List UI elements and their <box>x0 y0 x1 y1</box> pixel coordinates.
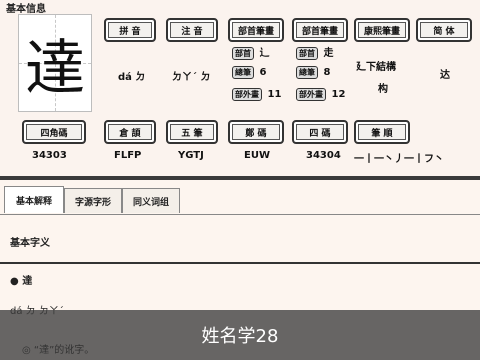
label-four-corner: 四角碼 <box>22 120 86 144</box>
label-stroke-order: 筆 順 <box>354 120 410 144</box>
value-four-code: 34304 <box>306 150 341 161</box>
outer-strokes-b: 12 <box>331 89 346 100</box>
panel-title: 基本信息 <box>6 4 46 15</box>
value-simplified: 达 <box>440 70 450 81</box>
label-zhuyin: 注 音 <box>166 18 218 42</box>
outer-strokes-a: 11 <box>267 89 282 100</box>
tab-synonyms[interactable]: 同义词组 <box>122 188 180 213</box>
char-info-panel: 基本信息 達 拼 音 注 音 部首筆畫 部首筆畫 康熙筆畫 简 体 dá ㄉ ㄉ… <box>0 0 480 176</box>
label-kangxi: 康熙筆畫 <box>354 18 410 42</box>
label-wubi: 五 筆 <box>166 120 218 144</box>
value-kangxi-2: 构 <box>378 84 388 95</box>
tab-basic[interactable]: 基本解释 <box>4 186 64 213</box>
label-pinyin: 拼 音 <box>104 18 156 42</box>
label-simplified: 简 体 <box>416 18 472 42</box>
radical-b-value: 走 <box>323 48 334 59</box>
caption-text: 姓名学28 <box>201 326 279 347</box>
radical-a-value: 辶 <box>259 48 270 59</box>
tab-etymology[interactable]: 字源字形 <box>64 188 122 213</box>
section-rule <box>0 262 480 264</box>
value-wubi: YGTJ <box>178 150 204 161</box>
chip-radical-b: 部首 <box>296 47 318 60</box>
value-pinyin: dá ㄉ <box>118 72 146 83</box>
chip-radical: 部首 <box>232 47 254 60</box>
chip-total-strokes-b: 總筆 <box>296 66 318 79</box>
large-character: 達 <box>25 33 85 104</box>
value-zhuyin: ㄉㄚˊ ㄉ <box>172 72 211 83</box>
chip-outer-strokes-b: 部外畫 <box>296 88 326 101</box>
label-radical-a: 部首筆畫 <box>228 18 284 42</box>
value-stroke-order: 一丨一丶丿一丨フ丶 <box>354 154 444 165</box>
value-cangjie: FLFP <box>114 150 142 161</box>
label-four-code: 四 碼 <box>292 120 348 144</box>
section-title: 基本字义 <box>10 238 50 249</box>
label-cangjie: 倉 頡 <box>104 120 156 144</box>
chip-outer-strokes: 部外畫 <box>232 88 262 101</box>
tab-bar: 基本解释 字源字形 同义词组 <box>0 182 480 215</box>
panel-divider <box>0 176 480 180</box>
character-box: 達 <box>18 14 92 112</box>
bullet-entry: ● 達 <box>10 276 33 287</box>
label-radical-b: 部首筆畫 <box>292 18 348 42</box>
total-strokes-b: 8 <box>323 67 331 78</box>
value-zheng: EUW <box>244 150 270 161</box>
label-zheng: 鄭 碼 <box>228 120 284 144</box>
chip-total-strokes: 總筆 <box>232 66 254 79</box>
value-four-corner: 34303 <box>32 150 67 161</box>
value-kangxi: 廴下結構 <box>356 62 396 73</box>
definition-text: ◎ “達”的讹字。 <box>22 345 95 356</box>
total-strokes-a: 6 <box>259 67 267 78</box>
